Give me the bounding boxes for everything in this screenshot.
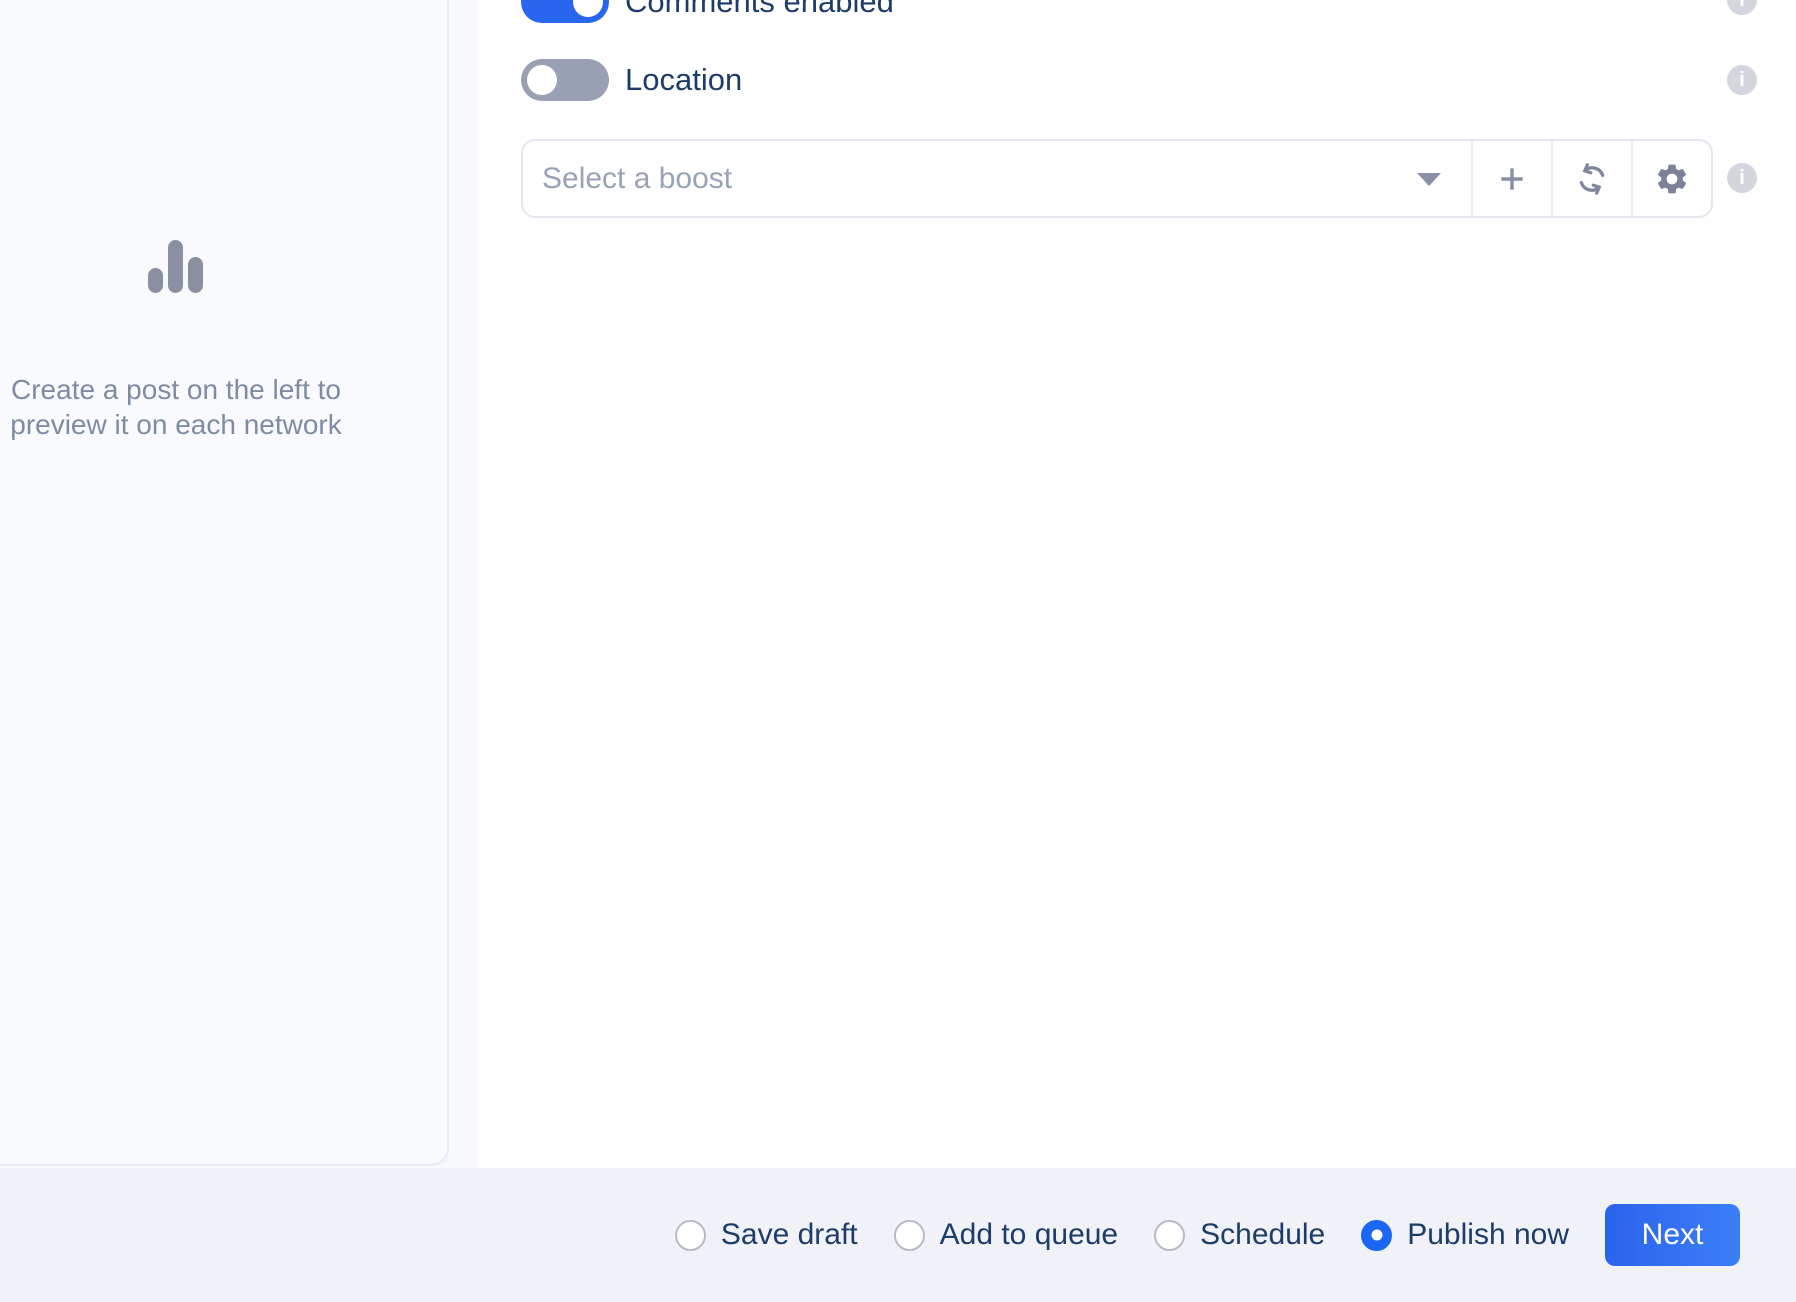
next-button[interactable]: Next: [1605, 1204, 1740, 1266]
radio-circle: [894, 1220, 925, 1251]
boost-settings-button[interactable]: [1631, 141, 1711, 216]
save-draft-label: Save draft: [721, 1218, 858, 1252]
comments-info-icon[interactable]: i: [1727, 0, 1757, 15]
radio-circle: [1154, 1220, 1185, 1251]
chevron-down-icon: [1417, 173, 1441, 186]
bar-chart-icon-bar: [168, 240, 183, 293]
bar-chart-icon-bar: [188, 257, 203, 293]
comments-enabled-label: Comments enabled: [625, 0, 894, 20]
bar-chart-icon-bar: [148, 268, 163, 293]
location-toggle[interactable]: [521, 59, 609, 101]
bar-chart-icon: [148, 240, 203, 293]
location-row: Location: [521, 59, 742, 101]
boost-select-dropdown[interactable]: Select a boost: [523, 141, 1471, 216]
add-boost-button[interactable]: [1471, 141, 1551, 216]
comments-enabled-toggle[interactable]: [521, 0, 609, 23]
radio-circle: [1361, 1220, 1392, 1251]
preview-empty-state-line1: Create a post on the left to: [10, 372, 342, 407]
gear-icon: [1654, 161, 1690, 197]
schedule-radio[interactable]: Schedule: [1154, 1218, 1325, 1252]
publish-now-radio[interactable]: Publish now: [1361, 1218, 1569, 1252]
preview-empty-state-message: Create a post on the left to preview it …: [10, 372, 342, 442]
location-label: Location: [625, 62, 742, 98]
network-preview-panel: [0, 0, 449, 1166]
boost-select-placeholder: Select a boost: [542, 162, 732, 196]
comments-enabled-row: Comments enabled: [521, 0, 894, 23]
refresh-boosts-button[interactable]: [1551, 141, 1631, 216]
toggle-knob: [573, 0, 603, 17]
refresh-icon: [1574, 161, 1610, 197]
boost-control-group: Select a boost: [521, 139, 1713, 218]
add-to-queue-label: Add to queue: [940, 1218, 1119, 1252]
location-info-icon[interactable]: i: [1727, 65, 1757, 95]
publish-now-label: Publish now: [1407, 1218, 1569, 1252]
schedule-label: Schedule: [1200, 1218, 1325, 1252]
preview-empty-state-line2: preview it on each network: [10, 407, 342, 442]
add-to-queue-radio[interactable]: Add to queue: [894, 1218, 1119, 1252]
plus-icon: [1495, 162, 1529, 196]
toggle-knob: [527, 65, 557, 95]
radio-circle: [675, 1220, 706, 1251]
publish-action-bar: Save draft Add to queue Schedule Publish…: [0, 1168, 1796, 1302]
boost-info-icon[interactable]: i: [1727, 163, 1757, 193]
save-draft-radio[interactable]: Save draft: [675, 1218, 858, 1252]
post-composer-page: Create a post on the left to preview it …: [0, 0, 1796, 1302]
post-options-panel: Comments enabled i Location i Select a b…: [478, 0, 1796, 1168]
